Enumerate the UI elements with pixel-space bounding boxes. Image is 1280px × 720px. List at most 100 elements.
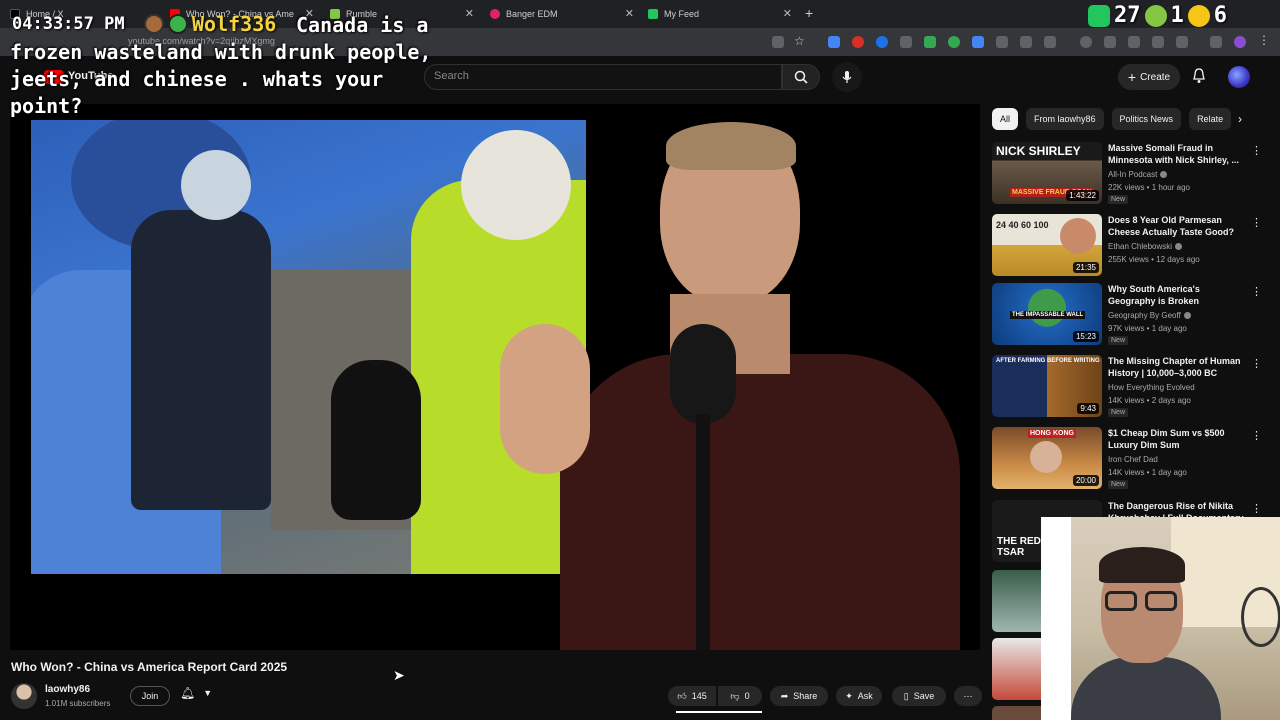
extension-icon[interactable] — [1020, 36, 1032, 48]
notifications-button[interactable] — [1192, 68, 1206, 89]
share-label: Share — [793, 691, 818, 701]
ask-button[interactable]: ✦ Ask — [836, 686, 882, 706]
join-button[interactable]: Join — [130, 686, 170, 706]
video-thumbnail[interactable]: HONG KONG 20:00 — [992, 427, 1102, 489]
search-input[interactable] — [424, 64, 782, 90]
thumbnail-text: HONG KONG — [1028, 429, 1076, 438]
share-button[interactable]: ➦ Share — [770, 686, 828, 706]
install-icon[interactable] — [772, 36, 784, 48]
profile-icon[interactable] — [1234, 36, 1246, 48]
more-actions-button[interactable]: ⋯ — [954, 686, 982, 706]
video-thumbnail[interactable]: AFTER FARMING BEFORE WRITING 9:43 — [992, 355, 1102, 417]
recommendation-title[interactable]: Does 8 Year Old Parmesan Cheese Actually… — [1108, 214, 1248, 238]
create-button[interactable]: + Create — [1118, 64, 1180, 90]
extension-icon[interactable] — [900, 36, 912, 48]
devtools-icon[interactable] — [1128, 36, 1140, 48]
video-player[interactable] — [10, 104, 980, 650]
tab-title: My Feed — [664, 9, 700, 19]
recommendation-title[interactable]: $1 Cheap Dim Sum vs $500 Luxury Dim Sum — [1108, 427, 1248, 451]
more-options-icon[interactable]: ⋮ — [1251, 216, 1262, 229]
like-count: 145 — [691, 691, 707, 701]
recommendation-stats: 255K views • 12 days ago — [1108, 255, 1200, 264]
dislike-button[interactable]: 👎︎ 0 — [718, 686, 762, 706]
chip-all[interactable]: All — [992, 108, 1019, 130]
extension-icon[interactable] — [1104, 36, 1116, 48]
browser-menu-icon[interactable]: ⋮ — [1258, 33, 1270, 47]
recommendation-item[interactable]: THE IMPASSABLE WALL 15:23 Why South Amer… — [992, 283, 1272, 351]
like-button[interactable]: 👍︎ 145 — [668, 686, 716, 706]
dislike-count: 0 — [744, 691, 750, 701]
thumbnail-text: THE IMPASSABLE WALL — [1010, 311, 1086, 319]
close-tab-icon[interactable]: ✕ — [783, 7, 792, 20]
extension-icon[interactable] — [996, 36, 1008, 48]
extension-icon[interactable] — [1210, 36, 1222, 48]
extension-icon[interactable] — [852, 36, 864, 48]
new-tab-button[interactable]: + — [805, 5, 813, 21]
recommendation-stats: 22K views • 1 hour ago — [1108, 183, 1190, 192]
tab-my-feed[interactable]: My Feed ✕ — [648, 4, 798, 24]
extension-icon[interactable] — [828, 36, 840, 48]
search-button[interactable] — [782, 64, 820, 90]
more-options-icon[interactable]: ⋮ — [1251, 285, 1262, 298]
extension-icon[interactable] — [876, 36, 888, 48]
close-tab-icon[interactable]: ✕ — [465, 7, 474, 20]
chevron-right-icon[interactable]: › — [1238, 112, 1242, 126]
overlay-stats: 27 1 6 — [1088, 3, 1227, 28]
recommendation-item[interactable]: AFTER FARMING BEFORE WRITING 9:43 The Mi… — [992, 355, 1272, 423]
video-thumbnail[interactable]: NICK SHIRLEY MASSIVE FRAUD SCAN 1:43:22 — [992, 142, 1102, 204]
video-thumbnail[interactable]: THE IMPASSABLE WALL 15:23 — [992, 283, 1102, 345]
channel-avatar[interactable] — [11, 683, 37, 709]
thumbs-down-icon: 👎︎ — [730, 690, 740, 701]
video-title: Who Won? - China vs America Report Card … — [11, 660, 288, 674]
new-badge: New — [1108, 408, 1129, 417]
video-thumbnail[interactable] — [992, 638, 1041, 700]
sidebar-icon[interactable] — [1152, 36, 1164, 48]
extension-icon[interactable] — [1176, 36, 1188, 48]
recommendation-item[interactable]: 24 40 60 100 21:35 Does 8 Year Old Parme… — [992, 214, 1272, 282]
recommendation-item[interactable]: NICK SHIRLEY MASSIVE FRAUD SCAN 1:43:22 … — [992, 142, 1272, 210]
rumble-icon — [1144, 4, 1167, 27]
ask-label: Ask — [857, 691, 873, 701]
subscriber-count: 1.01M subscribers — [45, 699, 111, 708]
tab-banger-edm[interactable]: Banger EDM ✕ — [490, 4, 640, 24]
stat-value: 1 — [1170, 3, 1184, 28]
extension-icon[interactable] — [972, 36, 984, 48]
video-thumbnail[interactable] — [992, 706, 1041, 720]
extension-icon[interactable] — [948, 36, 960, 48]
video-thumbnail[interactable] — [992, 570, 1041, 632]
thumbs-up-icon: 👍︎ — [677, 690, 687, 701]
mouse-cursor-icon: ➤ — [393, 667, 405, 683]
recommendation-channel: Iron Chef Dad — [1108, 455, 1158, 464]
chat-message: Canada is a frozen wasteland with drunk … — [10, 13, 432, 118]
video-thumbnail[interactable]: 24 40 60 100 21:35 — [992, 214, 1102, 276]
more-options-icon[interactable]: ⋮ — [1251, 429, 1262, 442]
more-options-icon[interactable]: ⋮ — [1251, 144, 1262, 157]
more-options-icon[interactable]: ⋮ — [1251, 502, 1262, 515]
stat-value: 6 — [1213, 3, 1227, 28]
more-options-icon[interactable]: ⋮ — [1251, 357, 1262, 370]
extension-icon[interactable] — [924, 36, 936, 48]
bookmark-star-icon[interactable]: ☆ — [794, 34, 806, 48]
chip-related[interactable]: Relate — [1189, 108, 1232, 130]
microphone-icon — [842, 71, 852, 83]
bell-icon: 🔔︎ — [180, 686, 196, 700]
chip-from-channel[interactable]: From laowhy86 — [1026, 108, 1104, 130]
account-avatar[interactable] — [1228, 66, 1250, 88]
recommendation-title[interactable]: Why South America's Geography is Broken — [1108, 283, 1248, 307]
puzzle-icon[interactable] — [1044, 36, 1056, 48]
chip-politics-news[interactable]: Politics News — [1111, 108, 1182, 130]
recommendation-stats: 14K views • 2 days ago — [1108, 396, 1191, 405]
channel-name[interactable]: laowhy86 — [45, 684, 90, 695]
save-button[interactable]: ▯ Save — [892, 686, 946, 706]
history-icon[interactable] — [1080, 36, 1092, 48]
voice-search-button[interactable] — [832, 62, 862, 92]
video-duration: 1:43:22 — [1066, 190, 1099, 201]
recommendation-stats: 14K views • 1 day ago — [1108, 468, 1187, 477]
recommendation-item[interactable]: HONG KONG 20:00 $1 Cheap Dim Sum vs $500… — [992, 427, 1272, 495]
recommendation-title[interactable]: Massive Somali Fraud in Minnesota with N… — [1108, 142, 1248, 166]
create-label: Create — [1140, 71, 1171, 83]
close-tab-icon[interactable]: ✕ — [625, 7, 634, 20]
recommendation-title[interactable]: The Missing Chapter of Human History | 1… — [1108, 355, 1248, 379]
kick-icon — [1088, 4, 1110, 27]
subscription-notification-button[interactable]: 🔔︎ ▼ — [180, 686, 212, 700]
